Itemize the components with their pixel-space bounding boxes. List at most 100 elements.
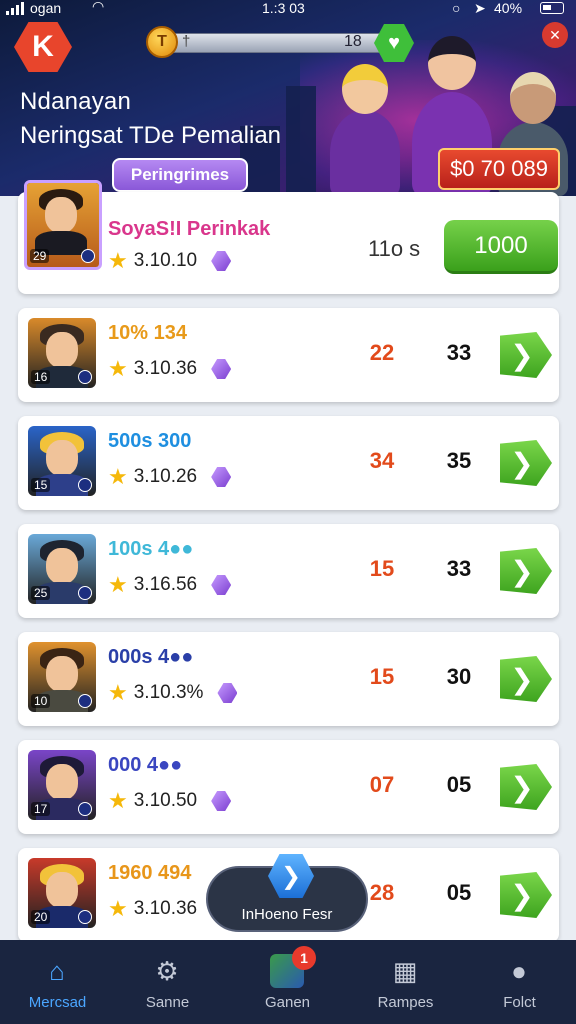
rating-row: ★ 3.10.50 [108,788,232,813]
avatar: 10 [28,642,96,712]
nav-label: Folct [503,994,536,1011]
list-item[interactable]: 16 10% 134 ★ 3.10.36 22 33 ❯ [18,308,559,402]
hero-head [428,36,476,90]
home-icon: ⌂ [49,955,65,986]
star-icon: ★ [108,896,128,921]
avatar: 16 [28,318,96,388]
rating-value: 3.10.50 [133,790,198,811]
count-value: 30 [446,664,472,689]
go-button[interactable]: ❯ [500,656,552,702]
player-name: 10% 134 [108,322,187,344]
player-name: 500s 300 [108,430,192,452]
nav-item-mercsad[interactable]: ⌂ Mercsad [0,940,115,1024]
battery-icon [540,2,564,14]
nav-item-rampes[interactable]: ▦ Rampes [348,940,463,1024]
count-value: 33 [446,556,472,581]
nav-label: Rampes [377,994,434,1011]
header-banner: ogan ◠ 1.:3 03 ○ ➤ 40% K T † 18 ♥ ✕ Ndan… [0,0,576,196]
level-badge: 25 [31,586,51,600]
level-badge: 29 [30,249,50,263]
player-name: 1960 494 [108,862,192,884]
star-icon: ★ [108,680,128,705]
info-toast[interactable]: ❯ InHoeno Fesr [206,854,368,932]
progress-value: 18 [344,33,362,50]
rank-icon [78,802,92,816]
star-icon: ★ [108,464,128,489]
nav-label: Mercsad [28,994,87,1011]
city-building [286,86,316,196]
count-value: 35 [446,448,472,473]
tab-peringrimes[interactable]: Peringrimes [112,158,248,192]
gem-icon [211,575,232,595]
carrier-label: ogan [30,0,62,16]
prize-badge[interactable]: $0 70 089 [438,148,560,190]
player-name: 000s 4●● [108,646,194,668]
hero-character [330,64,400,196]
nav-label: Ganen [264,994,311,1011]
avatar: 15 [28,426,96,496]
gear-icon: ⚙ [155,955,179,986]
featured-card[interactable]: 29 SoyaS!I Perinkak ★ 3.10.10 11o s 1000 [18,180,559,294]
grid-icon: ▦ [392,955,418,986]
level-badge: 20 [31,910,51,924]
claim-button[interactable]: 1000 [444,220,558,274]
nav-item-sanne[interactable]: ⚙ Sanne [110,940,225,1024]
list-item[interactable]: 10 000s 4●● ★ 3.10.3% 15 30 ❯ [18,632,559,726]
player-name: SoyaS!I Perinkak [108,218,271,240]
wifi-icon: ◠ [92,0,105,14]
list-item[interactable]: 15 500s 300 ★ 3.10.26 34 35 ❯ [18,416,559,510]
banner-title: Ndanayan [20,88,132,115]
chevron-right-icon: ❯ [510,771,534,803]
star-icon: ★ [108,248,128,273]
close-button[interactable]: ✕ [542,22,568,48]
progress-marker: † [182,33,191,50]
rating-value: 3.10.36 [133,358,198,379]
list-item[interactable]: 25 100s 4●● ★ 3.16.56 15 33 ❯ [18,524,559,618]
go-button[interactable]: ❯ [500,332,552,378]
rating-value: 3.10.10 [133,250,198,271]
go-button[interactable]: ❯ [500,764,552,810]
avatar: 20 [28,858,96,928]
rating-value: 3.10.26 [133,466,198,487]
toast-label: InHoeno Fesr [241,906,333,923]
go-button[interactable]: ❯ [500,872,552,918]
avatar: 17 [28,750,96,820]
chevron-right-icon: ❯ [510,339,534,371]
gem-icon [211,467,232,487]
battery-percent: 40% [494,0,523,16]
hero-head [342,64,388,114]
star-icon: ★ [108,572,128,597]
time-remaining: 11o s [368,236,421,261]
nav-item-folct[interactable]: ● Folct [462,940,576,1024]
signal-icon [6,2,24,15]
gem-icon [211,791,232,811]
player-name: 100s 4●● [108,538,194,560]
nav-item-ganen[interactable]: 1 Ganen [230,940,345,1024]
xp-progress-bar: T † 18 [146,26,410,60]
status-bar: ogan ◠ 1.:3 03 ○ ➤ 40% [0,0,576,18]
user-icon: ● [511,955,527,986]
rating-row: ★ 3.10.10 [108,248,232,273]
rank-icon [78,370,92,384]
banner-subtitle: Neringsat TDe Pemalian [20,122,282,149]
star-icon: ★ [108,788,128,813]
hero-head [510,72,556,124]
rating-row: ★ 3.10.3% [108,680,238,705]
rank-icon [78,694,92,708]
level-badge: 16 [31,370,51,384]
rank-icon [81,249,95,263]
back-button[interactable]: K [14,22,72,72]
go-button[interactable]: ❯ [500,548,552,594]
score-value: 22 [369,340,395,365]
rank-icon [78,478,92,492]
list-item[interactable]: 17 000 4●● ★ 3.10.50 07 05 ❯ [18,740,559,834]
rating-row: ★ 3.16.56 [108,572,232,597]
player-name: 000 4●● [108,754,183,776]
level-badge: 15 [31,478,51,492]
gem-icon [211,359,232,379]
go-button[interactable]: ❯ [500,440,552,486]
score-value: 15 [369,664,395,689]
count-value: 05 [446,880,472,905]
back-icon: K [32,30,54,63]
star-icon: ★ [108,356,128,381]
